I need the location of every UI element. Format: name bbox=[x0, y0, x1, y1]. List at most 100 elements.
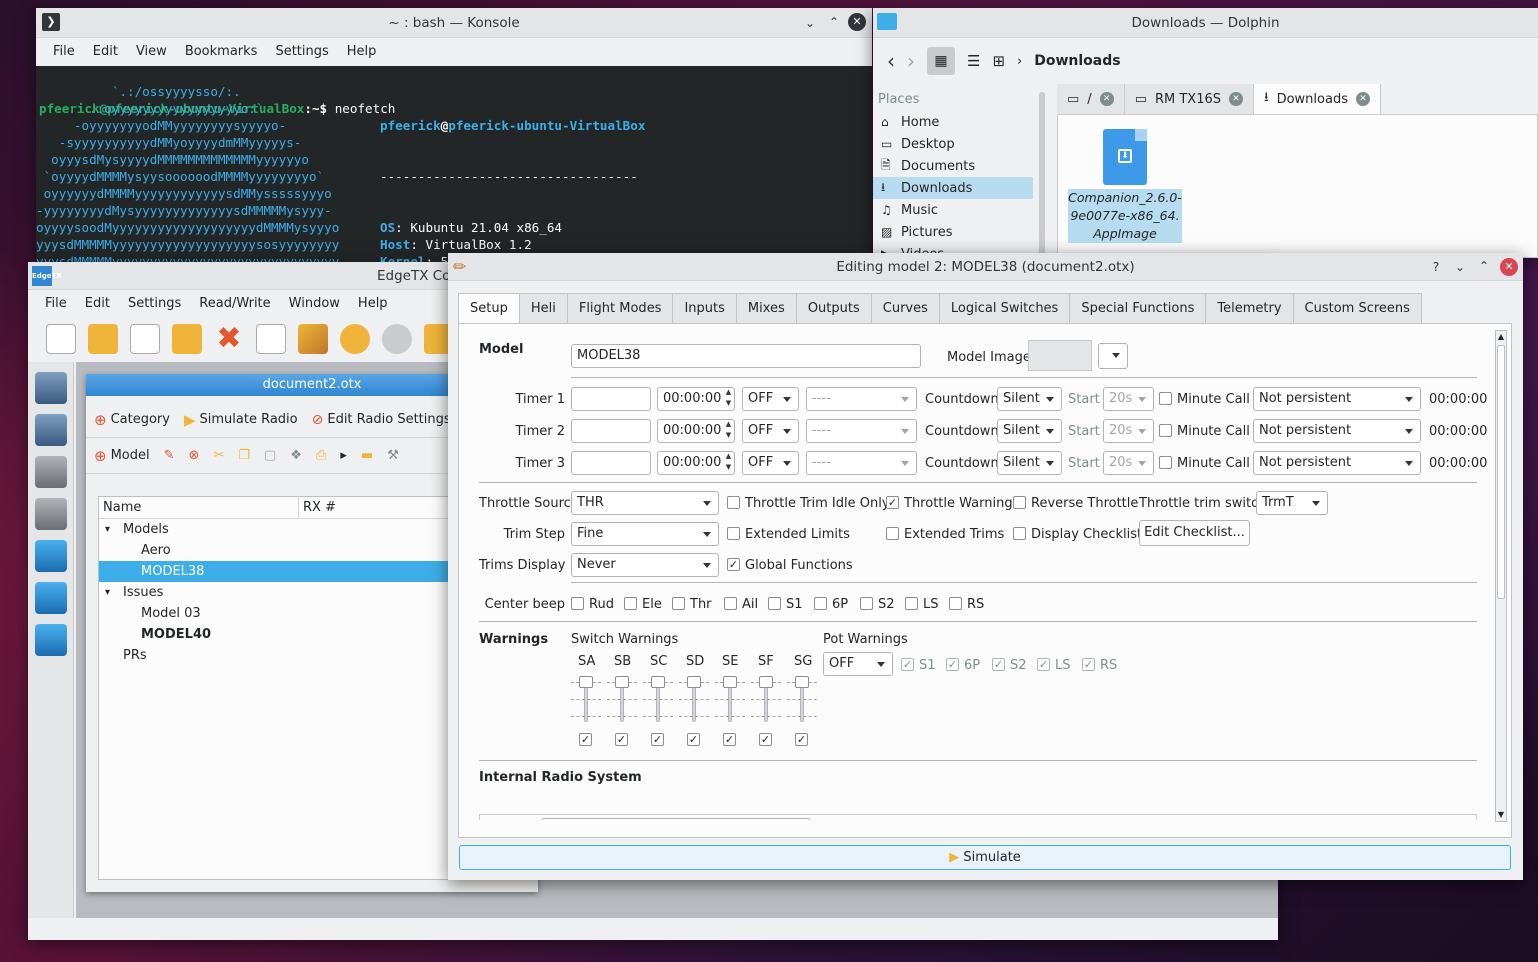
extended-limits-checkbox[interactable] bbox=[727, 527, 740, 540]
countdown-select[interactable]: Silent bbox=[997, 387, 1062, 411]
open-folder-icon[interactable] bbox=[88, 324, 118, 354]
center-beep-ls-checkbox[interactable] bbox=[905, 597, 918, 610]
place-home[interactable]: ⌂ Home bbox=[873, 111, 1033, 133]
wizard-icon[interactable]: ⚒ bbox=[387, 448, 399, 463]
dolphin-tab[interactable]: ▭ RM TX16S ✕ bbox=[1124, 84, 1255, 114]
minimize-icon[interactable]: ⌄ bbox=[1452, 259, 1468, 275]
center-beep-6p-checkbox[interactable] bbox=[814, 597, 827, 610]
pot-rs-checkbox[interactable]: ✓ bbox=[1082, 658, 1095, 671]
timer-switch-select[interactable]: ---- bbox=[806, 387, 917, 411]
menu-bookmarks[interactable]: Bookmarks bbox=[176, 44, 267, 59]
place-documents[interactable]: 🗎 Documents bbox=[873, 155, 1033, 177]
places-scrollbar[interactable] bbox=[1039, 92, 1045, 258]
tab-mixes[interactable]: Mixes bbox=[735, 293, 797, 323]
minute-call-checkbox[interactable] bbox=[1159, 424, 1172, 437]
start-select[interactable]: 20s bbox=[1103, 451, 1154, 475]
throttle-trim-idle-checkbox[interactable] bbox=[727, 496, 740, 509]
simulate-icon[interactable] bbox=[256, 324, 286, 354]
back-icon[interactable]: ‹ bbox=[887, 49, 895, 73]
tab-flight-modes[interactable]: Flight Modes bbox=[566, 293, 674, 323]
copy-icon[interactable] bbox=[340, 324, 370, 354]
model-name-input[interactable]: MODEL38 bbox=[571, 344, 921, 368]
dolphin-titlebar[interactable]: Downloads — Dolphin bbox=[873, 8, 1538, 38]
edit-checklist-button[interactable]: Edit Checklist... bbox=[1139, 520, 1250, 546]
switch-sd-slider[interactable] bbox=[679, 676, 709, 722]
column-name[interactable]: Name bbox=[99, 497, 299, 518]
persistent-select[interactable]: Not persistent bbox=[1253, 419, 1421, 443]
center-beep-rs-checkbox[interactable] bbox=[949, 597, 962, 610]
switch-sb-checkbox[interactable]: ✓ bbox=[615, 733, 628, 746]
menu-window[interactable]: Window bbox=[280, 296, 349, 311]
close-tab-icon[interactable]: ✕ bbox=[1355, 92, 1370, 106]
dolphin-tab[interactable]: ▭ / ✕ bbox=[1057, 84, 1125, 114]
menu-help[interactable]: Help bbox=[338, 44, 386, 59]
switch-sg-slider[interactable] bbox=[787, 676, 817, 722]
switch-sf-checkbox[interactable]: ✓ bbox=[759, 733, 772, 746]
scroll-down-icon[interactable]: ▼ bbox=[1496, 809, 1506, 821]
countdown-select[interactable]: Silent bbox=[997, 419, 1062, 443]
split-view-icon[interactable]: ⊞ bbox=[992, 52, 1005, 70]
center-beep-ail-checkbox[interactable] bbox=[724, 597, 737, 610]
switch-se-checkbox[interactable]: ✓ bbox=[723, 733, 736, 746]
tab-telemetry[interactable]: Telemetry bbox=[1205, 293, 1294, 323]
read-models-icon[interactable] bbox=[35, 372, 67, 404]
tab-outputs[interactable]: Outputs bbox=[795, 293, 872, 323]
copy-model-icon[interactable]: ❐ bbox=[238, 448, 250, 463]
place-desktop[interactable]: ▭ Desktop bbox=[873, 133, 1033, 155]
scroll-up-icon[interactable]: ▲ bbox=[1496, 331, 1506, 343]
scroll-thumb[interactable] bbox=[1497, 345, 1505, 599]
expand-arrow-icon[interactable]: ▾ bbox=[105, 587, 123, 598]
close-icon[interactable]: ✕ bbox=[1500, 258, 1518, 276]
tab-special-functions[interactable]: Special Functions bbox=[1069, 293, 1207, 323]
internal-radio-combo[interactable] bbox=[541, 818, 811, 820]
place-pictures[interactable]: ▨ Pictures bbox=[873, 221, 1033, 243]
timer-mode-select[interactable]: OFF bbox=[742, 419, 799, 443]
write-firmware-icon[interactable] bbox=[35, 582, 67, 614]
details-view-icon[interactable]: ☰ bbox=[967, 52, 980, 70]
switch-sb-slider[interactable] bbox=[607, 676, 637, 722]
file-item[interactable]: ⬇ Companion_2.6.0- 9e0077e-x86_64. AppImag… bbox=[1068, 121, 1182, 255]
timer-mode-select[interactable]: OFF bbox=[742, 387, 799, 411]
radio-settings-icon[interactable] bbox=[35, 624, 67, 656]
switch-sa-slider[interactable] bbox=[571, 676, 601, 722]
maximize-icon[interactable]: ⌃ bbox=[826, 14, 842, 30]
simulate-radio-button[interactable]: ▶ Simulate Radio bbox=[184, 411, 298, 429]
switch-sf-slider[interactable] bbox=[751, 676, 781, 722]
terminal-output[interactable]: pfeerick@pfeerick-ubuntu-VirtualBox:~$ n… bbox=[36, 66, 872, 266]
add-model-button[interactable]: ⊕ Model bbox=[94, 447, 150, 465]
switch-sa-checkbox[interactable]: ✓ bbox=[579, 733, 592, 746]
center-beep-s2-checkbox[interactable] bbox=[860, 597, 873, 610]
new-file-icon[interactable] bbox=[46, 324, 76, 354]
switch-sd-checkbox[interactable]: ✓ bbox=[687, 733, 700, 746]
read-backup-icon[interactable] bbox=[35, 456, 67, 488]
pot-s1-checkbox[interactable]: ✓ bbox=[901, 658, 914, 671]
setup-scrollbar[interactable]: ▲ ▼ bbox=[1495, 330, 1507, 822]
paste-icon[interactable] bbox=[382, 324, 412, 354]
place-downloads[interactable]: ⭳ Downloads bbox=[873, 177, 1033, 199]
close-tab-icon[interactable]: ✕ bbox=[1229, 92, 1244, 106]
start-select[interactable]: 20s bbox=[1103, 387, 1154, 411]
menu-edit[interactable]: Edit bbox=[76, 296, 119, 311]
switch-sg-checkbox[interactable]: ✓ bbox=[795, 733, 808, 746]
center-beep-s1-checkbox[interactable] bbox=[768, 597, 781, 610]
edit-radio-settings-button[interactable]: ⊘ Edit Radio Settings bbox=[312, 412, 451, 428]
paste-model-icon[interactable]: ▢ bbox=[264, 448, 276, 463]
timer-name-input[interactable] bbox=[571, 387, 651, 411]
extended-trims-checkbox[interactable] bbox=[886, 527, 899, 540]
menu-settings[interactable]: Settings bbox=[119, 296, 190, 311]
throttle-trim-switch-select[interactable]: TrmT bbox=[1256, 491, 1328, 515]
timer-switch-select[interactable]: ---- bbox=[806, 451, 917, 475]
breadcrumb[interactable]: Downloads bbox=[1034, 53, 1120, 69]
maximize-icon[interactable]: ⌃ bbox=[1476, 258, 1492, 274]
spin-arrows-icon[interactable]: ▲ ▼ bbox=[723, 451, 734, 475]
minute-call-checkbox[interactable] bbox=[1159, 392, 1172, 405]
model-image-select[interactable] bbox=[1098, 343, 1128, 369]
timer-name-input[interactable] bbox=[571, 419, 651, 443]
column-rx[interactable]: RX # bbox=[299, 497, 336, 518]
print-icon[interactable]: ⎙ bbox=[316, 448, 326, 463]
throttle-warning-checkbox[interactable]: ✓ bbox=[886, 496, 899, 509]
trim-step-select[interactable]: Fine bbox=[571, 522, 719, 546]
write-models-icon[interactable] bbox=[35, 414, 67, 446]
dialog-titlebar[interactable]: ✏ Editing model 2: MODEL38 (document2.ot… bbox=[448, 253, 1523, 281]
global-functions-checkbox[interactable]: ✓ bbox=[727, 558, 740, 571]
